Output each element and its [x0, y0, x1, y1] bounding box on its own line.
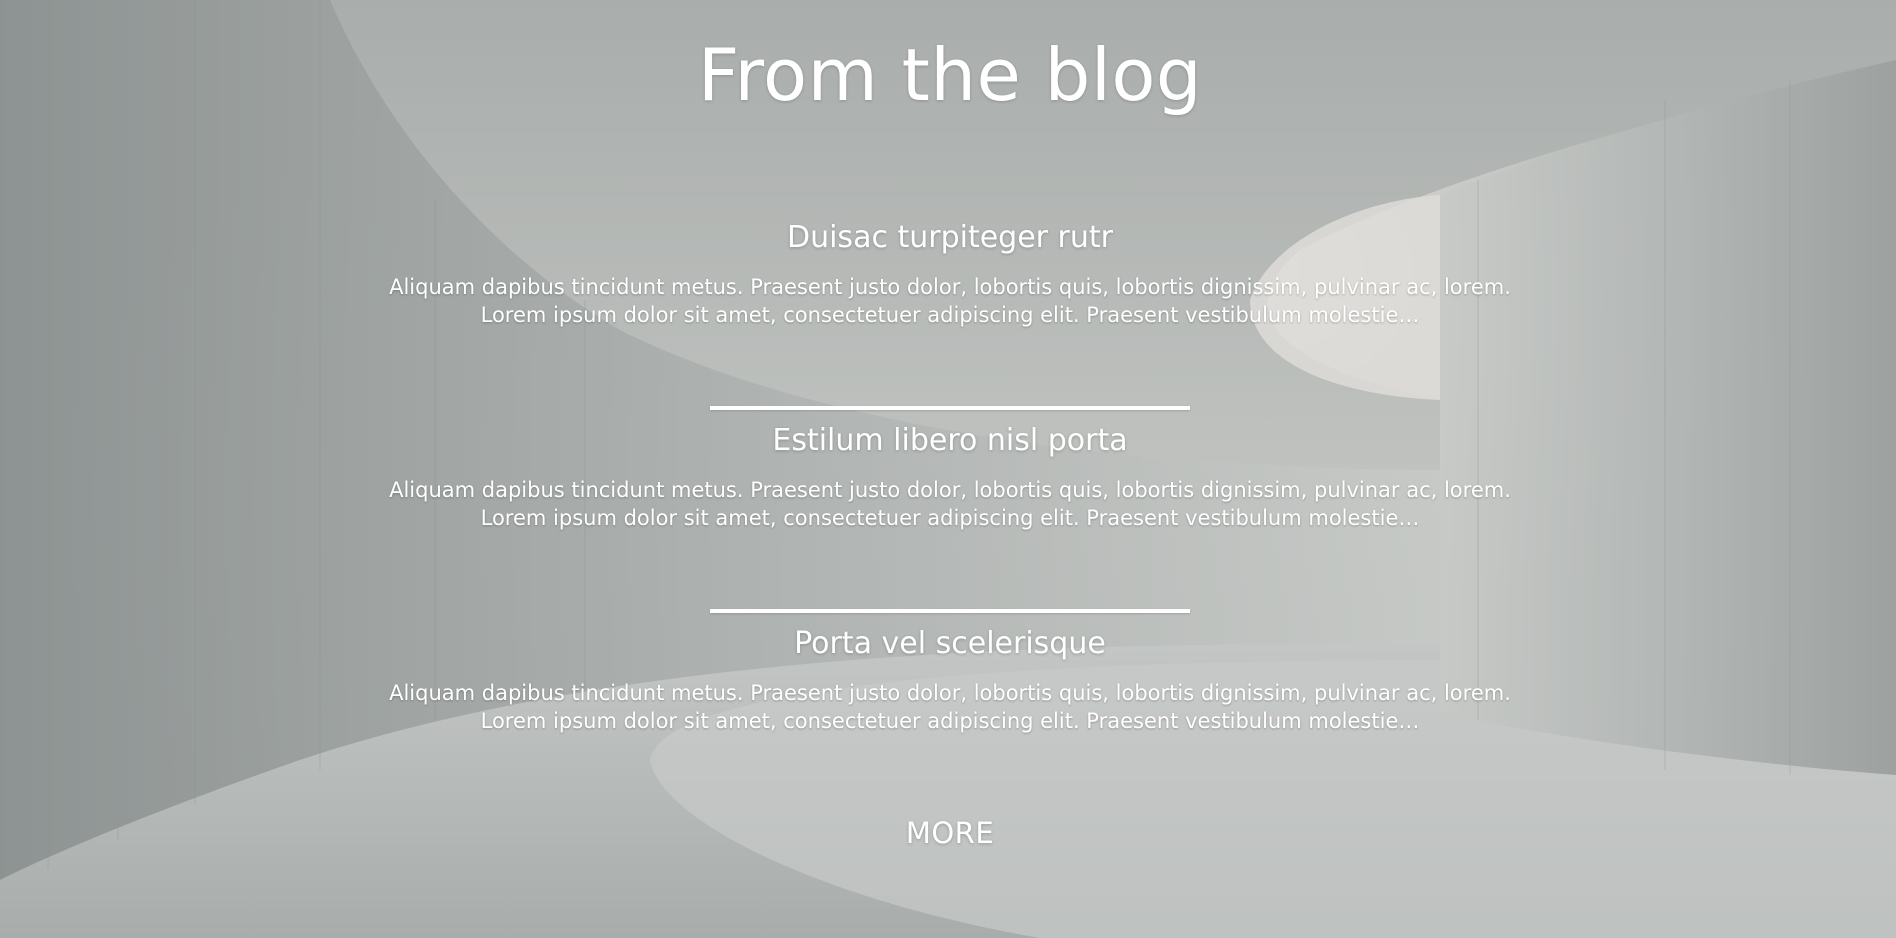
blog-section: From the blog Duisac turpiteger rutr Ali… — [0, 0, 1896, 938]
page-title: From the blog — [697, 33, 1203, 117]
post-excerpt: Aliquam dapibus tincidunt metus. Praesen… — [350, 476, 1550, 532]
post-excerpt-line: Lorem ipsum dolor sit amet, consectetuer… — [480, 709, 1420, 733]
post-title[interactable]: Duisac turpiteger rutr — [0, 220, 1896, 256]
post-excerpt-line: Lorem ipsum dolor sit amet, consectetuer… — [480, 506, 1420, 530]
blog-content: From the blog Duisac turpiteger rutr Ali… — [0, 0, 1896, 938]
post-excerpt-line: Aliquam dapibus tincidunt metus. Praesen… — [389, 478, 1511, 502]
post-excerpt-line: Lorem ipsum dolor sit amet, consectetuer… — [480, 303, 1420, 327]
more-link[interactable]: MORE — [906, 815, 994, 851]
post-excerpt-line: Aliquam dapibus tincidunt metus. Praesen… — [389, 275, 1511, 299]
blog-post: Duisac turpiteger rutr Aliquam dapibus t… — [0, 220, 1896, 329]
post-divider — [710, 609, 1190, 613]
post-title[interactable]: Estilum libero nisl porta — [0, 423, 1896, 459]
post-divider — [710, 406, 1190, 410]
more-container: MORE — [0, 815, 1896, 851]
post-title[interactable]: Porta vel scelerisque — [0, 626, 1896, 662]
post-excerpt: Aliquam dapibus tincidunt metus. Praesen… — [350, 679, 1550, 735]
blog-post: Porta vel scelerisque Aliquam dapibus ti… — [0, 626, 1896, 735]
post-excerpt: Aliquam dapibus tincidunt metus. Praesen… — [350, 273, 1550, 329]
blog-post: Estilum libero nisl porta Aliquam dapibu… — [0, 423, 1896, 532]
post-excerpt-line: Aliquam dapibus tincidunt metus. Praesen… — [389, 681, 1511, 705]
